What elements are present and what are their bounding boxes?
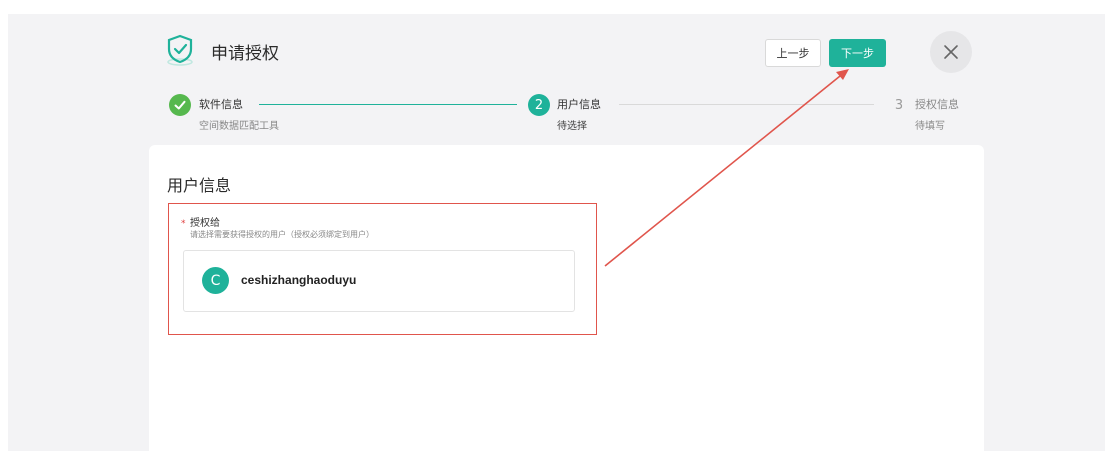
close-icon bbox=[944, 45, 958, 59]
grant-to-hint: 请选择需要获得授权的用户（授权必须绑定到用户） bbox=[190, 230, 374, 239]
page-title: 申请授权 bbox=[211, 44, 279, 64]
step-3-number: 3 bbox=[894, 97, 904, 113]
grant-to-label: 授权给 bbox=[190, 218, 220, 229]
section-title: 用户信息 bbox=[167, 176, 232, 195]
check-icon bbox=[174, 100, 186, 110]
required-mark: * bbox=[181, 219, 186, 229]
shield-check-icon bbox=[167, 34, 193, 66]
step-connector-1 bbox=[259, 104, 517, 105]
step-1-label: 软件信息 bbox=[199, 98, 243, 111]
step-3-sub: 待填写 bbox=[915, 121, 945, 132]
next-step-button[interactable]: 下一步 bbox=[829, 39, 886, 67]
step-3-label: 授权信息 bbox=[915, 98, 959, 111]
username: ceshizhanghaoduyu bbox=[241, 273, 357, 287]
close-button[interactable] bbox=[930, 31, 972, 73]
step-connector-2 bbox=[619, 104, 874, 105]
prev-step-button[interactable]: 上一步 bbox=[765, 39, 821, 67]
step-1-done-icon bbox=[169, 94, 191, 116]
step-1-sub: 空间数据匹配工具 bbox=[199, 121, 279, 132]
step-2-number: 2 bbox=[528, 94, 550, 116]
avatar: C bbox=[202, 267, 229, 294]
step-2-label: 用户信息 bbox=[557, 98, 601, 111]
step-2-sub: 待选择 bbox=[557, 121, 587, 132]
